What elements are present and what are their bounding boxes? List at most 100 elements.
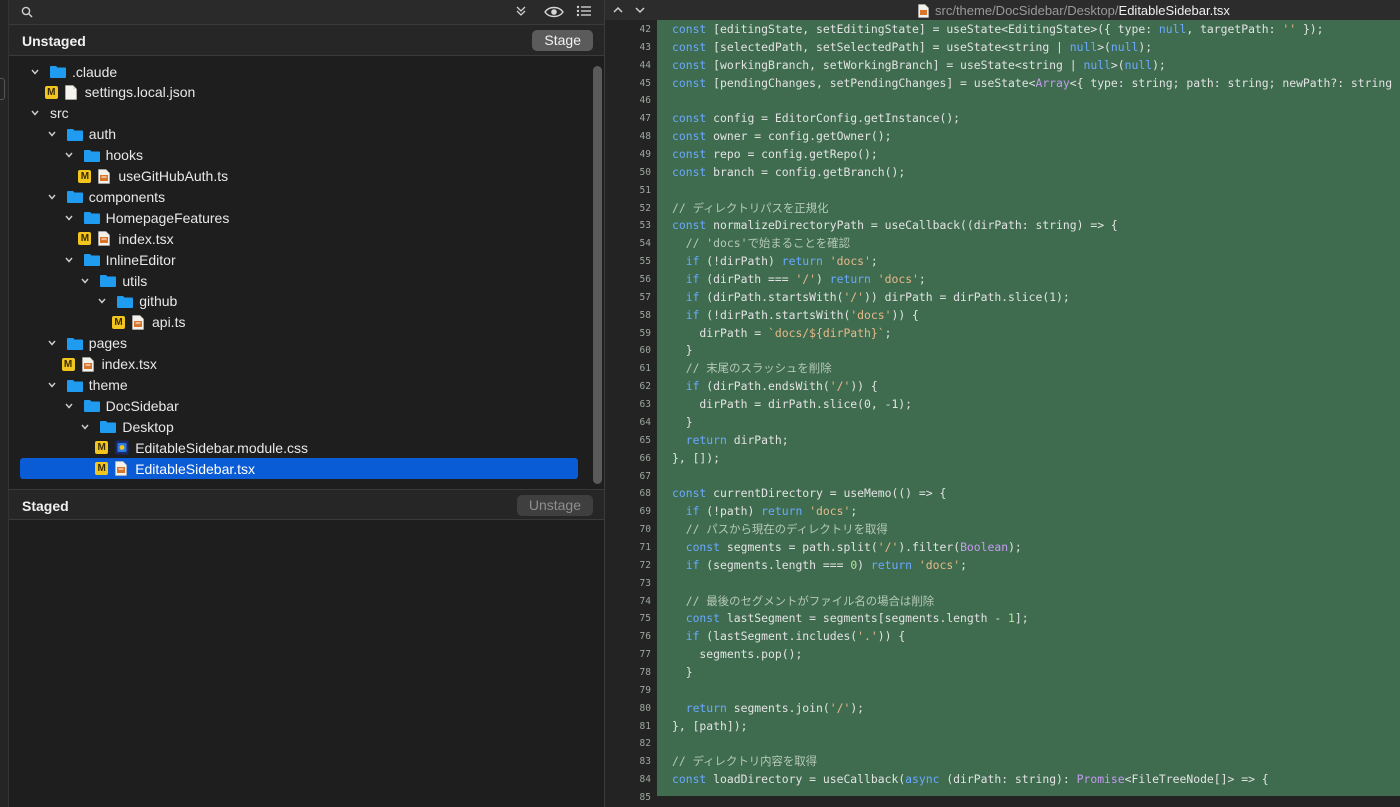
code-text: dirPath = dirPath.slice(0, -1); xyxy=(672,397,913,412)
line-number: 83 xyxy=(639,756,651,768)
chevron-down-icon[interactable] xyxy=(62,211,76,225)
folder-icon xyxy=(66,379,83,392)
code-line: 68 const currentDirectory = useMemo(() =>… xyxy=(605,485,1400,503)
code-text: const repo = config.getRepo(); xyxy=(672,147,878,162)
modified-badge: M xyxy=(112,315,125,329)
tree-folder-row[interactable]: hooks xyxy=(20,145,578,166)
tree-folder-row[interactable]: pages xyxy=(20,333,578,354)
code-line: 72 if (segments.length === 0) return 'do… xyxy=(605,557,1400,575)
tree-folder-row[interactable]: DocSidebar xyxy=(20,395,578,416)
code-text: }, []); xyxy=(672,450,721,465)
tree-item-label: .claude xyxy=(72,63,118,80)
tree-folder-row[interactable]: github xyxy=(20,291,578,312)
chevron-down-icon[interactable] xyxy=(62,148,76,162)
modified-badge: M xyxy=(95,462,109,476)
tree-item-label: components xyxy=(88,188,166,205)
code-line: 52 // ディレクトリパスを正規化 xyxy=(605,200,1400,218)
code-line: 44 const [workingBranch, setWorkingBranch… xyxy=(605,57,1400,75)
chevron-down-icon[interactable] xyxy=(95,294,109,308)
tree-file-row[interactable]: M EditableSidebar.module.css xyxy=(20,437,578,458)
code-text: const lastSegment = segments[segments.le… xyxy=(685,611,1029,626)
code-text: const loadDirectory = useCallback(async … xyxy=(672,772,1269,787)
tree-file-row[interactable]: M EditableSidebar.tsx xyxy=(20,458,578,480)
code-text: // ディレクトリパスを正規化 xyxy=(672,200,829,215)
tree-item-label: EditableSidebar.tsx xyxy=(135,460,256,477)
unstaged-header: Unstaged Stage xyxy=(9,25,604,56)
staged-file-list xyxy=(9,521,604,807)
tree-folder-row[interactable]: .claude xyxy=(20,61,578,82)
chevron-down-icon[interactable] xyxy=(62,253,76,267)
code-line: 65 return dirPath; xyxy=(605,432,1400,450)
tree-file-row[interactable]: Mindex.tsx xyxy=(20,354,578,375)
tree-folder-row[interactable]: auth xyxy=(20,124,578,145)
code-text: return dirPath; xyxy=(685,432,789,447)
line-number: 84 xyxy=(639,774,651,786)
line-number: 76 xyxy=(639,631,651,643)
code-line: 67 xyxy=(605,468,1400,486)
staged-header: Staged Unstage xyxy=(9,489,604,520)
code-text: return segments.join('/'); xyxy=(685,700,865,715)
code-text: } xyxy=(672,343,693,358)
code-line: 62 if (dirPath.endsWith('/')) { xyxy=(605,378,1400,396)
tree-folder-row[interactable]: Desktop xyxy=(20,416,578,437)
line-number: 72 xyxy=(639,559,651,571)
modified-badge: M xyxy=(78,232,92,246)
tree-item-label: hooks xyxy=(105,147,143,164)
chevron-down-icon[interactable] xyxy=(45,378,59,392)
tree-folder-row[interactable]: theme xyxy=(20,375,578,396)
tree-folder-row[interactable]: HomepageFeatures xyxy=(20,207,578,228)
code-text: if (!path) return 'docs'; xyxy=(685,504,858,519)
stage-button[interactable]: Stage xyxy=(532,30,593,51)
chevron-down-icon[interactable] xyxy=(45,190,59,204)
double-chevron-down-icon[interactable] xyxy=(514,4,528,23)
code-text: // 最後のセグメントがファイル名の場合は削除 xyxy=(685,593,935,608)
tree-folder-row[interactable]: InlineEditor xyxy=(20,249,578,270)
line-number: 49 xyxy=(639,149,651,161)
code-line: 42 const [editingState, setEditingState] … xyxy=(605,21,1400,39)
chevron-down-icon[interactable] xyxy=(28,65,42,79)
line-number: 46 xyxy=(639,95,651,107)
changes-panel: Unstaged Stage .claude Msettings.local.js… xyxy=(9,0,604,807)
folder-icon xyxy=(100,274,117,287)
tree-folder-row[interactable]: utils xyxy=(20,270,578,291)
line-number: 78 xyxy=(639,666,651,678)
tree-scrollbar[interactable] xyxy=(593,60,602,486)
tree-file-row[interactable]: Mindex.tsx xyxy=(20,228,578,249)
file-path-dir: src/theme/DocSidebar/Desktop/ xyxy=(935,3,1119,18)
code-text: }, [path]); xyxy=(672,718,748,733)
line-number: 68 xyxy=(639,488,651,500)
filter-toolbar xyxy=(9,0,604,25)
css-file-icon xyxy=(115,440,129,455)
unstage-button[interactable]: Unstage xyxy=(516,495,593,516)
edge-handle xyxy=(0,78,5,100)
code-diff-view[interactable]: 42 const [editingState, setEditingState] … xyxy=(605,20,1400,807)
tree-file-row[interactable]: Mapi.ts xyxy=(20,312,578,333)
tree-folder-row[interactable]: src xyxy=(20,103,578,124)
tree-file-row[interactable]: MuseGitHubAuth.ts xyxy=(20,166,578,187)
line-number: 81 xyxy=(639,720,651,732)
code-line: 43 const [selectedPath, setSelectedPath] … xyxy=(605,39,1400,57)
tree-item-label: EditableSidebar.module.css xyxy=(135,439,308,456)
chevron-down-icon[interactable] xyxy=(78,420,92,434)
modified-badge: M xyxy=(95,441,109,455)
tree-file-row[interactable]: Msettings.local.json xyxy=(20,82,578,103)
tree-folder-row[interactable]: components xyxy=(20,186,578,207)
code-line: 51 xyxy=(605,182,1400,200)
chevron-down-icon[interactable] xyxy=(45,336,59,350)
tree-item-label: theme xyxy=(88,377,128,393)
list-icon[interactable] xyxy=(576,4,592,23)
tree-item-label: utils xyxy=(122,272,148,289)
scrollbar-thumb[interactable] xyxy=(593,66,602,484)
folder-icon xyxy=(50,65,66,78)
chevron-down-icon[interactable] xyxy=(78,274,92,288)
chevron-down-icon[interactable] xyxy=(45,127,59,141)
chevron-down-icon[interactable] xyxy=(62,399,76,413)
eye-icon[interactable] xyxy=(544,4,564,25)
code-line: 85 xyxy=(605,789,1400,807)
search-icon[interactable] xyxy=(21,5,33,23)
code-line: 75 const lastSegment = segments[segments… xyxy=(605,610,1400,628)
chevron-down-icon[interactable] xyxy=(28,106,42,120)
line-number: 65 xyxy=(639,434,651,446)
code-line: 70 // パスから現在のディレクトリを取得 xyxy=(605,521,1400,539)
code-text: } xyxy=(672,414,693,429)
